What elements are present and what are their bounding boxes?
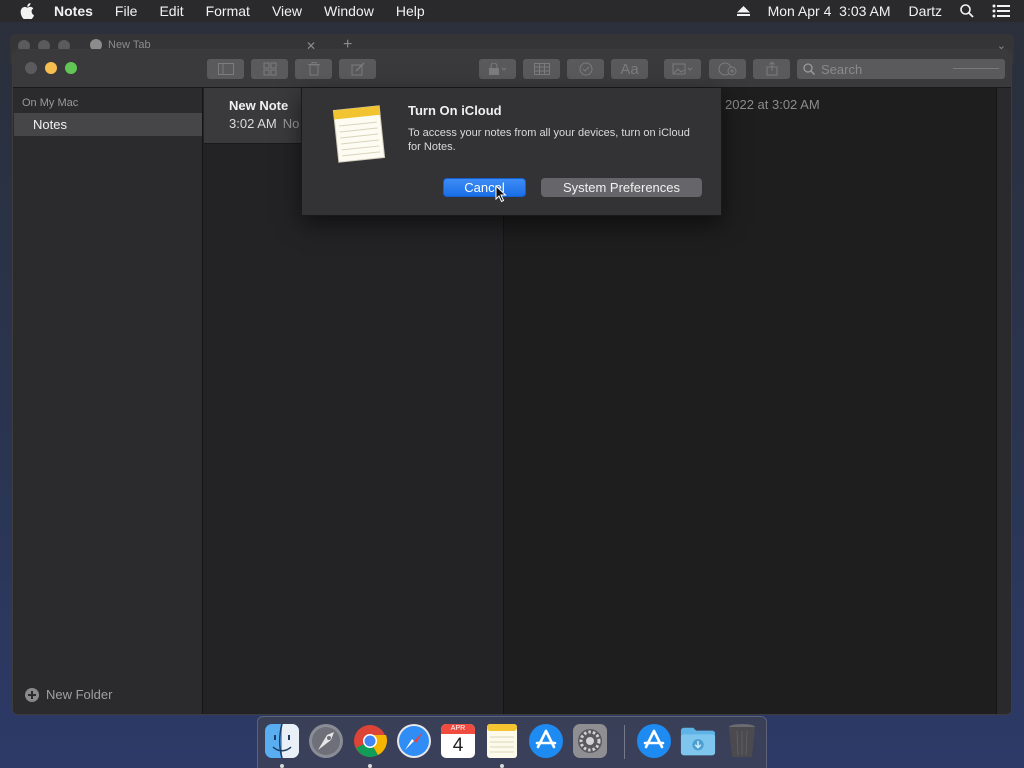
new-note-button[interactable] (339, 59, 376, 79)
note-title: New Note (229, 98, 289, 113)
search-field[interactable]: Search (797, 59, 1005, 79)
dock: APR 4 (257, 716, 767, 768)
calendar-month: APR (450, 725, 466, 732)
sidebar-item-label: Notes (33, 117, 67, 132)
search-placeholder: Search (821, 61, 863, 77)
eject-icon[interactable] (736, 5, 750, 17)
format-text-button[interactable]: Aa (611, 59, 648, 79)
menu-window[interactable]: Window (324, 3, 374, 19)
sidebar-section-header: On My Mac (22, 97, 79, 109)
note-date: 2022 at 3:02 AM (725, 97, 820, 112)
search-divider (953, 68, 999, 69)
spotlight-search-icon[interactable] (960, 4, 974, 18)
checklist-button[interactable] (567, 59, 604, 79)
search-icon (803, 63, 815, 75)
share-button[interactable] (753, 59, 790, 79)
finder-icon[interactable] (264, 723, 300, 759)
icloud-dialog: Turn On iCloud To access your notes from… (301, 88, 722, 216)
add-people-button[interactable] (709, 59, 746, 79)
notes-icon[interactable] (484, 723, 520, 759)
new-folder-label: New Folder (46, 687, 113, 702)
note-subtitle: 3:02 AM No (229, 116, 299, 131)
lock-note-button[interactable] (479, 59, 516, 79)
apple-menu-icon[interactable] (20, 3, 34, 19)
zoom-window-button[interactable] (65, 62, 77, 74)
downloads-folder-icon[interactable] (680, 723, 716, 759)
new-folder-button[interactable]: New Folder (25, 687, 112, 702)
lock-icon (488, 63, 506, 75)
system-preferences-button[interactable]: System Preferences (541, 178, 702, 197)
note-preview: No (282, 116, 300, 131)
menubar-user[interactable]: Dartz (909, 3, 942, 19)
running-indicator (280, 764, 284, 768)
menu-edit[interactable]: Edit (159, 3, 183, 19)
running-indicator (500, 764, 504, 768)
calendar-icon[interactable]: APR 4 (440, 723, 476, 759)
gallery-view-button[interactable] (251, 59, 288, 79)
trash-icon[interactable] (724, 723, 760, 759)
editor-scrollbar[interactable] (996, 88, 1011, 714)
system-preferences-icon[interactable] (572, 723, 608, 759)
notification-center-icon[interactable] (992, 4, 1010, 18)
grid-icon (263, 62, 276, 76)
notes-app-icon (330, 102, 388, 166)
share-icon (766, 62, 777, 76)
dialog-message: To access your notes from all your devic… (408, 127, 690, 153)
window-controls (25, 62, 77, 74)
table-button[interactable] (523, 59, 560, 79)
close-window-button[interactable] (25, 62, 37, 74)
calendar-day: 4 (452, 735, 464, 756)
minimize-window-button[interactable] (45, 62, 57, 74)
launchpad-icon[interactable] (308, 723, 344, 759)
delete-note-button[interactable] (295, 59, 332, 79)
cancel-button[interactable]: Cancel (443, 178, 526, 197)
trash-icon (307, 62, 320, 76)
checkmark-circle-icon (579, 62, 592, 76)
running-indicator (368, 764, 372, 768)
menu-help[interactable]: Help (396, 3, 425, 19)
app-store-icon[interactable] (528, 723, 564, 759)
folders-sidebar: On My Mac Notes New Folder (13, 88, 203, 714)
menubar-datetime[interactable]: Mon Apr 4 3:03 AM (768, 3, 891, 19)
table-icon (533, 63, 550, 75)
note-time: 3:02 AM (229, 116, 277, 131)
app-store-icon[interactable] (636, 723, 672, 759)
menu-bar: Notes File Edit Format View Window Help … (0, 0, 1024, 22)
toolbar: Aa Search (13, 50, 1011, 88)
add-circle-icon (25, 687, 39, 702)
menu-format[interactable]: Format (206, 3, 250, 19)
dock-separator (624, 725, 625, 759)
sidebar-icon (217, 63, 234, 75)
safari-icon[interactable] (396, 723, 432, 759)
chrome-icon[interactable] (352, 723, 388, 759)
toggle-sidebar-button[interactable] (207, 59, 244, 79)
menu-view[interactable]: View (272, 3, 302, 19)
media-icon (672, 63, 692, 75)
menu-app-name[interactable]: Notes (54, 3, 93, 19)
mouse-cursor-icon (495, 184, 507, 208)
dialog-title: Turn On iCloud (408, 103, 502, 118)
sidebar-item-notes[interactable]: Notes (14, 113, 202, 136)
compose-icon (351, 62, 365, 76)
add-people-icon (718, 62, 736, 76)
menu-file[interactable]: File (115, 3, 138, 19)
add-media-button[interactable] (664, 59, 701, 79)
text-format-icon: Aa (620, 60, 639, 78)
